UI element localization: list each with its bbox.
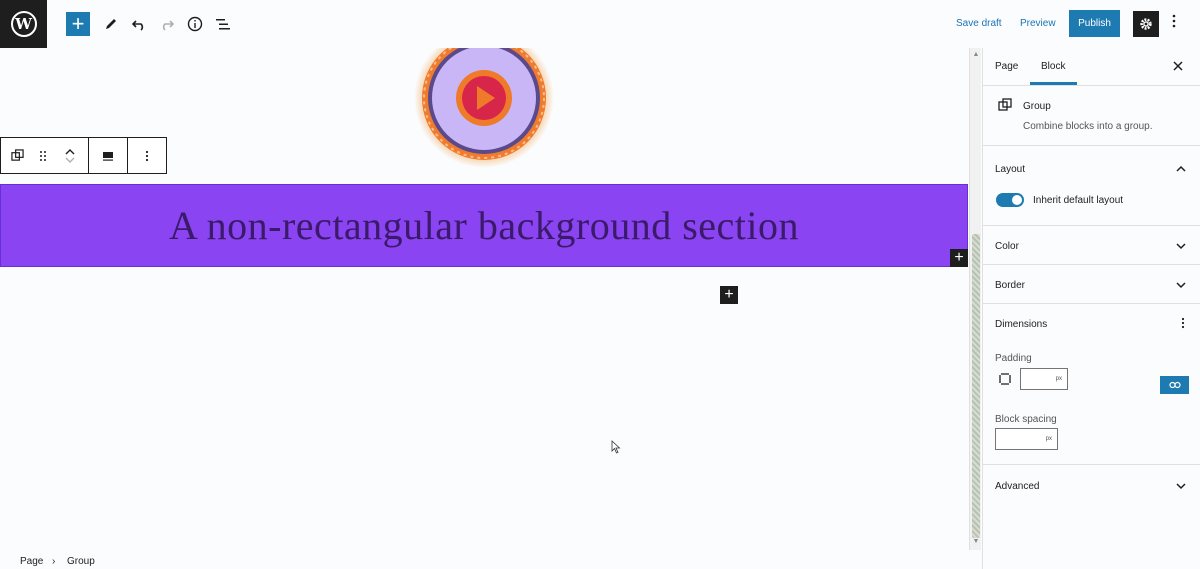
breadcrumb-separator: › xyxy=(52,556,56,567)
more-vertical-icon xyxy=(146,150,149,161)
block-toolbar xyxy=(0,137,167,174)
undo-button[interactable] xyxy=(127,12,151,36)
chevron-down-icon[interactable] xyxy=(65,156,75,164)
add-block-button[interactable]: + xyxy=(66,12,90,36)
scroll-up-icon[interactable]: ▲ xyxy=(972,51,980,59)
color-panel-title[interactable]: Color xyxy=(995,241,1019,252)
align-button[interactable] xyxy=(89,138,127,173)
active-tab-indicator xyxy=(1030,82,1077,85)
block-options-button[interactable] xyxy=(128,138,166,173)
block-type-button[interactable] xyxy=(1,138,35,173)
sidebar-tabs: Page Block xyxy=(983,48,1200,86)
publish-button[interactable]: Publish xyxy=(1069,10,1120,37)
play-button-image[interactable] xyxy=(413,48,555,170)
padding-input[interactable]: px xyxy=(1020,368,1068,390)
wordpress-icon: W xyxy=(10,11,37,37)
editor-canvas[interactable]: A non-rectangular background section + + xyxy=(0,48,968,548)
tools-button[interactable] xyxy=(99,12,123,36)
group-icon xyxy=(998,98,1012,111)
pencil-icon xyxy=(106,19,116,29)
close-icon xyxy=(1173,61,1183,71)
settings-button[interactable] xyxy=(1133,11,1159,37)
undo-icon xyxy=(131,20,144,31)
more-vertical-icon xyxy=(1172,14,1176,28)
cursor-icon xyxy=(611,440,621,454)
chevron-down-icon[interactable] xyxy=(1175,240,1187,252)
scroll-down-icon[interactable]: ▼ xyxy=(972,538,980,546)
group-block[interactable]: A non-rectangular background section xyxy=(0,184,968,267)
options-menu-button[interactable] xyxy=(1168,14,1180,34)
block-name: Group xyxy=(1023,101,1051,112)
canvas-scrollbar[interactable]: ▲ ▼ xyxy=(969,48,981,550)
block-description: Combine blocks into a group. xyxy=(1023,121,1153,132)
list-view-button[interactable] xyxy=(211,12,235,36)
toggle-knob xyxy=(1012,195,1022,205)
scrollbar-thumb[interactable] xyxy=(972,234,980,538)
advanced-panel-title[interactable]: Advanced xyxy=(995,481,1039,492)
block-spacing-label: Block spacing xyxy=(995,414,1057,425)
more-vertical-icon[interactable] xyxy=(1177,317,1189,329)
advanced-panel[interactable]: Advanced xyxy=(983,465,1200,515)
redo-button[interactable] xyxy=(155,12,179,36)
block-inserter-button[interactable]: + xyxy=(950,249,968,267)
save-draft-button[interactable]: Save draft xyxy=(956,18,1002,29)
border-panel-title[interactable]: Border xyxy=(995,280,1025,291)
editor-header: W + Save draft Preview Publish xyxy=(0,0,1200,48)
layout-panel-title[interactable]: Layout xyxy=(995,164,1025,175)
chevron-down-icon[interactable] xyxy=(1175,480,1187,492)
padding-label: Padding xyxy=(995,353,1032,364)
breadcrumb-item-page[interactable]: Page xyxy=(20,556,43,567)
breadcrumb: Page › Group xyxy=(0,550,982,569)
block-spacing-unit: px xyxy=(1045,436,1052,442)
close-sidebar-button[interactable] xyxy=(1173,58,1183,74)
tab-block[interactable]: Block xyxy=(1041,61,1065,72)
padding-unit: px xyxy=(1055,376,1062,382)
color-panel[interactable]: Color xyxy=(983,226,1200,265)
chevron-up-icon[interactable] xyxy=(1175,163,1187,175)
block-spacing-input[interactable]: px xyxy=(995,428,1058,450)
unlink-sides-button[interactable] xyxy=(1160,376,1189,394)
inherit-layout-toggle[interactable] xyxy=(996,193,1024,207)
default-block-inserter-button[interactable]: + xyxy=(720,286,738,304)
list-view-icon xyxy=(216,19,230,30)
group-heading[interactable]: A non-rectangular background section xyxy=(169,202,799,249)
settings-sidebar: Page Block Group Combine blocks into a g… xyxy=(982,48,1200,569)
redo-icon xyxy=(162,20,175,31)
block-card: Group Combine blocks into a group. xyxy=(983,86,1200,146)
gear-icon xyxy=(1140,18,1152,30)
chevron-down-icon[interactable] xyxy=(1175,279,1187,291)
preview-button[interactable]: Preview xyxy=(1020,18,1056,29)
drag-handle[interactable] xyxy=(35,138,51,173)
layout-panel: Layout Inherit default layout xyxy=(983,146,1200,226)
move-buttons xyxy=(51,138,89,173)
group-icon xyxy=(11,149,25,161)
border-panel[interactable]: Border xyxy=(983,265,1200,304)
padding-sides-icon[interactable] xyxy=(998,372,1012,386)
tab-page[interactable]: Page xyxy=(995,61,1018,72)
link-icon xyxy=(1168,381,1181,389)
drag-handle-icon xyxy=(39,150,46,161)
info-icon xyxy=(187,16,203,32)
dimensions-panel-title: Dimensions xyxy=(995,319,1048,330)
details-button[interactable] xyxy=(183,12,207,36)
chevron-up-icon[interactable] xyxy=(65,148,75,156)
breadcrumb-item-group[interactable]: Group xyxy=(67,556,95,567)
wordpress-logo[interactable]: W xyxy=(0,0,47,48)
inherit-layout-label: Inherit default layout xyxy=(1033,195,1124,206)
align-full-icon xyxy=(103,151,114,161)
